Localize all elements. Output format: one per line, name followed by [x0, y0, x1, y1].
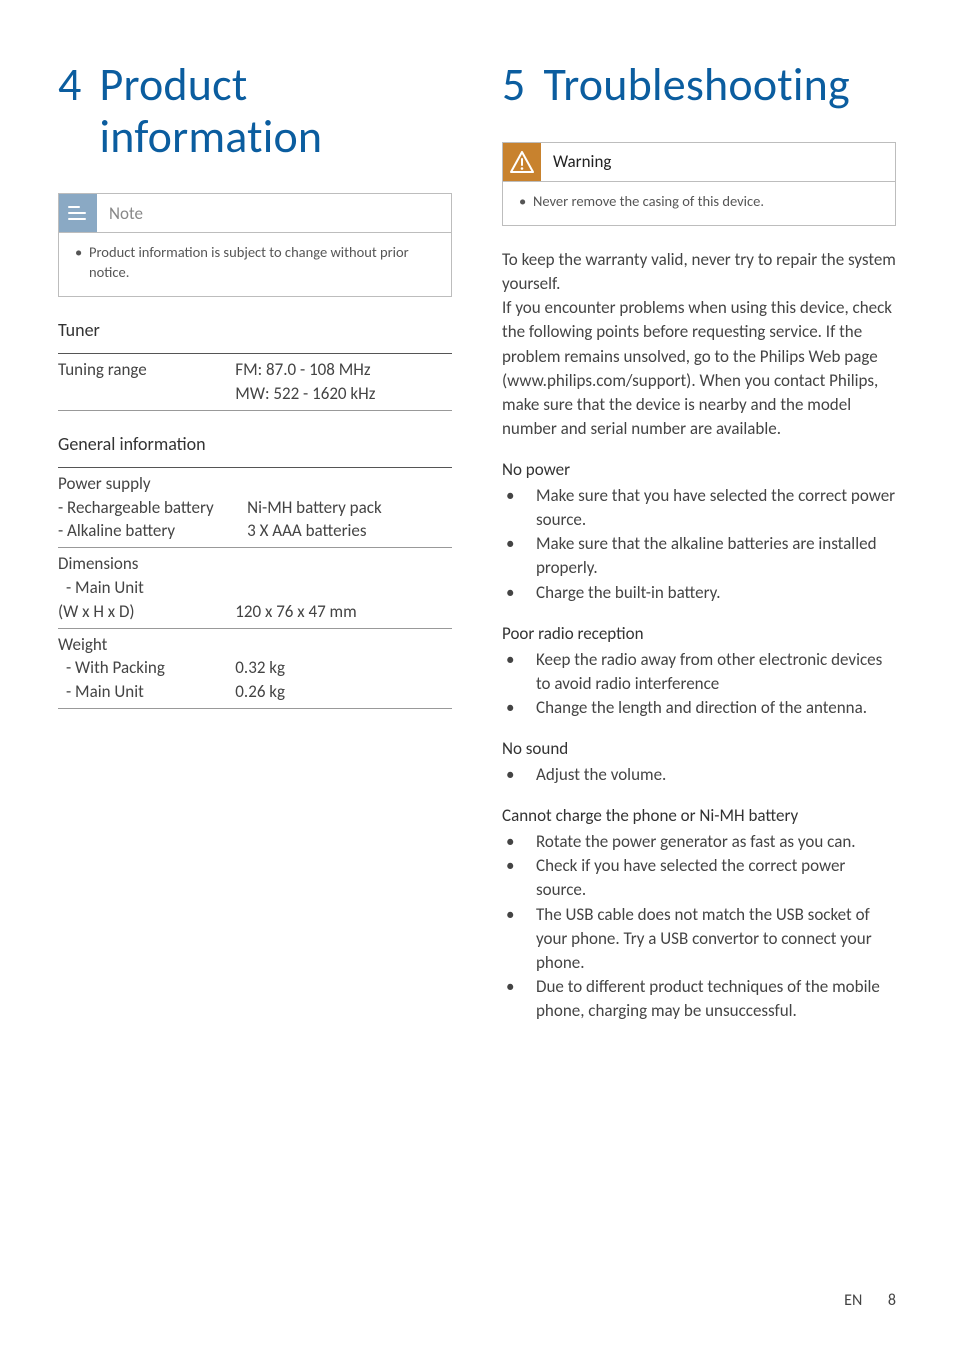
issue-item: Make sure that the alkaline batteries ar… — [502, 532, 896, 580]
issue-item: Check if you have selected the correct p… — [502, 854, 896, 902]
weight-value-cell: 0.32 kg 0.26 kg — [235, 628, 452, 708]
weight-packing-label: - With Packing — [58, 656, 235, 680]
issue-heading: Poor radio reception — [502, 623, 896, 644]
section-5-title: 5 Troubleshooting — [502, 60, 896, 112]
section-heading-text: Troubleshooting — [544, 60, 850, 112]
weight-label: Weight — [58, 634, 107, 655]
note-callout: Note Product information is subject to c… — [58, 193, 452, 297]
dimensions-unit-label: (W x H x D) — [58, 601, 135, 622]
table-row: Power supply - Rechargeable batteryNi-MH… — [58, 467, 452, 547]
issue-heading: No sound — [502, 738, 896, 759]
weight-main-value: 0.26 kg — [235, 681, 285, 702]
weight-label-cell: Weight - With Packing - Main Unit — [58, 628, 235, 708]
dimensions-value: 120 x 76 x 47 mm — [235, 548, 452, 628]
rechargeable-label: - Rechargeable battery — [58, 496, 247, 520]
alkaline-label: - Alkaline battery — [58, 519, 247, 543]
issue-heading: No power — [502, 459, 896, 480]
tuner-heading: Tuner — [58, 319, 452, 341]
table-row: Dimensions - Main Unit (W x H x D) 120 x… — [58, 548, 452, 628]
warning-body: Never remove the casing of this device. — [503, 181, 895, 226]
tuning-range-value: FM: 87.0 - 108 MHz MW: 522 - 1620 kHz — [235, 354, 452, 411]
weight-main-label: - Main Unit — [58, 680, 235, 704]
warning-header: Warning — [503, 143, 895, 181]
dimensions-label-cell: Dimensions - Main Unit (W x H x D) — [58, 548, 235, 628]
dimensions-sub-label: - Main Unit — [58, 576, 235, 600]
tuning-range-label: Tuning range — [58, 354, 235, 411]
note-text: Product information is subject to change… — [89, 243, 439, 282]
issue-item: Change the length and direction of the a… — [502, 696, 896, 720]
dimensions-label: Dimensions — [58, 553, 138, 574]
warning-text: Never remove the casing of this device. — [533, 192, 883, 212]
issue-item: Charge the built-in battery. — [502, 581, 896, 605]
note-label: Note — [109, 195, 143, 232]
note-icon — [59, 194, 97, 232]
power-supply-label: Power supply — [58, 473, 151, 494]
section-number: 4 — [58, 60, 82, 163]
note-body: Product information is subject to change… — [59, 232, 451, 296]
table-row: Tuning range FM: 87.0 - 108 MHz MW: 522 … — [58, 354, 452, 411]
general-info-heading: General information — [58, 433, 452, 455]
general-table: Power supply - Rechargeable batteryNi-MH… — [58, 467, 452, 709]
page-footer: EN 8 — [58, 1291, 896, 1310]
power-supply-cell: Power supply - Rechargeable batteryNi-MH… — [58, 467, 452, 547]
warning-icon — [503, 143, 541, 181]
rechargeable-value: Ni-MH battery pack — [247, 497, 382, 518]
note-header: Note — [59, 194, 451, 232]
section-4-title: 4 Product information — [58, 60, 452, 163]
issue-item: Keep the radio away from other electroni… — [502, 648, 896, 696]
issue-heading: Cannot charge the phone or Ni-MH battery — [502, 805, 896, 826]
issue-item: Make sure that you have selected the cor… — [502, 484, 896, 532]
warning-label: Warning — [553, 143, 611, 180]
issue-list: Keep the radio away from other electroni… — [502, 648, 896, 720]
mw-value: MW: 522 - 1620 kHz — [235, 383, 375, 404]
section-number: 5 — [502, 60, 526, 112]
weight-packing-value: 0.32 kg — [235, 657, 285, 678]
issue-item: Due to different product techniques of t… — [502, 975, 896, 1023]
footer-language: EN — [844, 1291, 862, 1310]
column-troubleshooting: 5 Troubleshooting Warning Never remove t… — [502, 60, 896, 1041]
fm-value: FM: 87.0 - 108 MHz — [235, 359, 370, 380]
column-product-info: 4 Product information Note Product infor… — [58, 60, 452, 1041]
issue-item: Adjust the volume. — [502, 763, 896, 787]
alkaline-value: 3 X AAA batteries — [247, 520, 366, 541]
tuner-table: Tuning range FM: 87.0 - 108 MHz MW: 522 … — [58, 353, 452, 411]
issues-container: No power Make sure that you have selected… — [502, 459, 896, 1023]
issue-item: The USB cable does not match the USB soc… — [502, 903, 896, 975]
issue-list: Adjust the volume. — [502, 763, 896, 787]
footer-page-number: 8 — [888, 1291, 896, 1310]
section-heading-text: Product information — [100, 60, 452, 163]
issue-list: Make sure that you have selected the cor… — [502, 484, 896, 605]
table-row: Weight - With Packing - Main Unit 0.32 k… — [58, 628, 452, 708]
troubleshooting-intro: To keep the warranty valid, never try to… — [502, 248, 896, 441]
issue-list: Rotate the power generator as fast as yo… — [502, 830, 896, 1023]
warning-callout: Warning Never remove the casing of this … — [502, 142, 896, 227]
issue-item: Rotate the power generator as fast as yo… — [502, 830, 896, 854]
